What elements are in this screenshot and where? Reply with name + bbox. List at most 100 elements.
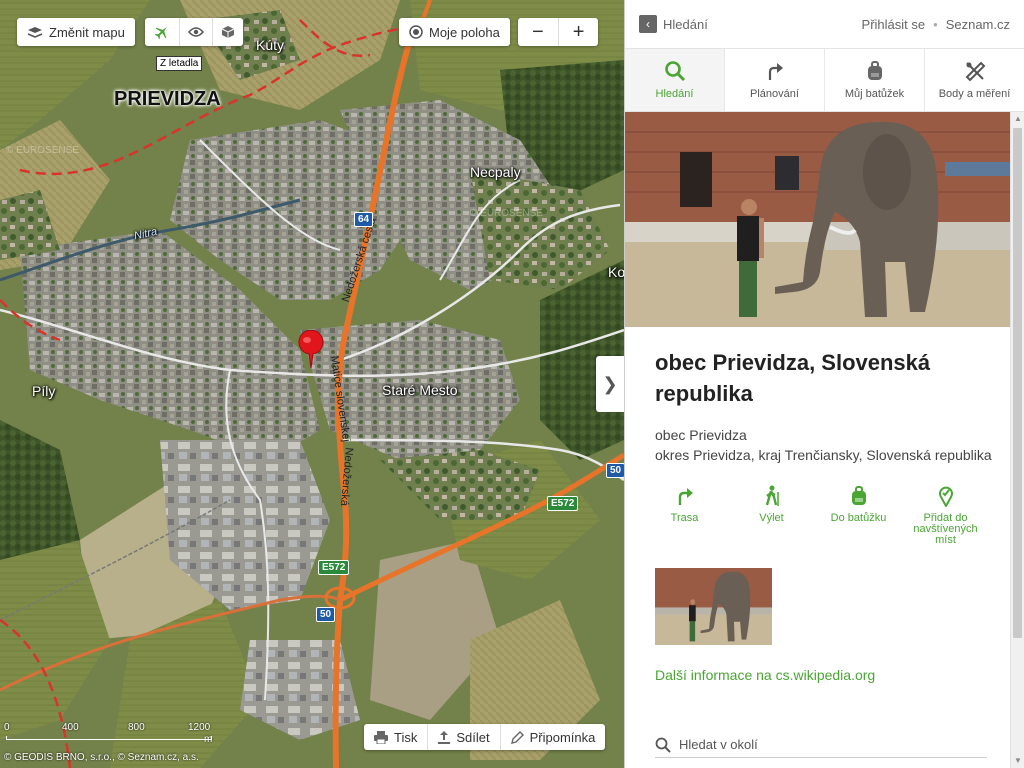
map-attribution[interactable]: © GEODIS BRNO, s.r.o., © Seznam.cz, a.s.	[4, 752, 199, 763]
place-title: obec Prievidza, Slovenská republika	[655, 350, 931, 406]
backpack-icon	[867, 61, 882, 80]
road-shield-50: 50	[606, 463, 624, 478]
zoom-in-button[interactable]: +	[559, 18, 599, 46]
eye-icon	[188, 27, 204, 37]
airplane-icon	[154, 27, 167, 40]
scroll-up-icon[interactable]: ▲	[1011, 112, 1024, 126]
district-label-pily: Píly	[32, 383, 56, 399]
tab-search[interactable]: Hledání	[625, 49, 725, 111]
view-mode-switcher	[145, 18, 243, 46]
aerial-view-button[interactable]	[145, 18, 179, 46]
aerial-imagery	[0, 0, 624, 768]
backpack-icon	[851, 486, 866, 505]
watermark: © EUROSENSE	[470, 208, 543, 219]
scroll-thumb[interactable]	[1013, 128, 1022, 638]
checkpin-icon	[938, 486, 953, 507]
chevron-left-icon: ‹	[646, 17, 650, 31]
hiker-icon	[765, 485, 779, 506]
layers-icon	[27, 27, 43, 38]
road-shield-e572: E572	[547, 496, 579, 511]
visited-action[interactable]: Přidat do navštívených míst	[902, 485, 989, 546]
collapse-panel-button[interactable]: ❯	[596, 356, 624, 412]
city-label: PRIEVIDZA	[114, 88, 221, 110]
ruler-icon	[965, 61, 985, 82]
print-label: Tisk	[394, 729, 418, 745]
separator-dot: •	[933, 16, 938, 32]
cube-icon	[221, 26, 235, 38]
action-label: Výlet	[759, 512, 784, 524]
zoom-out-button[interactable]: −	[518, 18, 558, 46]
scale-tick: 1200	[188, 722, 211, 733]
tab-measure[interactable]: Body a měření	[925, 49, 1024, 111]
tab-label: Body a měření	[938, 88, 1011, 100]
print-button[interactable]: Tisk	[364, 724, 427, 750]
note-button[interactable]: Připomínka	[501, 724, 606, 750]
scale-tick: 800	[128, 722, 145, 733]
login-link[interactable]: Přihlásit se	[862, 17, 926, 32]
change-map-label: Změnit mapu	[49, 24, 125, 40]
watermark: © EUROSENSE	[6, 145, 79, 156]
panel-header: ‹ Hledání Přihlásit se • Seznam.cz	[625, 0, 1024, 48]
wikipedia-link[interactable]: Další informace na cs.wikipedia.org	[655, 667, 994, 683]
place-detail: obec Prievidza, Slovenská republika obec…	[625, 327, 1024, 683]
search-icon	[664, 61, 685, 82]
action-label: Trasa	[670, 512, 699, 524]
map-view[interactable]: PRIEVIDZA Kúty Necpaly Staré Mesto Píly …	[0, 0, 624, 768]
elephant-photo	[625, 112, 1010, 327]
district-label-ko: Ko	[608, 264, 624, 280]
gallery-thumbnail[interactable]	[655, 568, 772, 645]
my-location-label: Moje poloha	[429, 24, 500, 40]
district-label-stare-mesto: Staré Mesto	[382, 382, 458, 398]
side-panel: ‹ Hledání Přihlásit se • Seznam.cz Hledá…	[624, 0, 1024, 768]
action-label: Do batůžku	[830, 512, 887, 524]
panel-scrollbar[interactable]: ▲ ▼	[1010, 112, 1024, 768]
backpack-action[interactable]: Do batůžku	[815, 485, 902, 546]
share-label: Sdílet	[456, 729, 490, 745]
share-icon	[438, 730, 451, 744]
road-shield-64: 64	[354, 212, 374, 227]
pencil-icon	[510, 730, 524, 744]
printer-icon	[374, 730, 388, 744]
scale-tick: 0	[4, 722, 10, 733]
location-marker-icon[interactable]	[296, 330, 326, 370]
3d-view-button[interactable]	[213, 18, 243, 46]
back-button[interactable]: ‹	[639, 15, 657, 33]
share-button[interactable]: Sdílet	[428, 724, 499, 750]
scroll-down-icon[interactable]: ▼	[1011, 754, 1024, 768]
change-map-button[interactable]: Změnit mapu	[17, 18, 135, 46]
back-label[interactable]: Hledání	[663, 17, 708, 32]
my-location-button[interactable]: Moje poloha	[399, 18, 510, 46]
tab-backpack[interactable]: Můj batůžek	[825, 49, 925, 111]
route-icon	[678, 488, 693, 505]
note-label: Připomínka	[529, 729, 596, 745]
tab-planning[interactable]: Plánování	[725, 49, 825, 111]
address-line: obec Prievidza	[655, 427, 747, 443]
road-shield-e572: E572	[318, 560, 350, 575]
location-target-icon	[409, 25, 423, 39]
view-tooltip: Z letadla	[156, 56, 203, 71]
scale-tick: 400	[62, 722, 79, 733]
trip-action[interactable]: Výlet	[728, 485, 815, 546]
scale-line	[6, 736, 212, 740]
place-photo[interactable]	[625, 112, 1010, 327]
district-label-necpaly: Necpaly	[470, 164, 521, 180]
place-actions: Trasa Výlet Do batůžku Přidat do navštív…	[641, 485, 994, 546]
search-nearby[interactable]: Hledat v okolí	[655, 732, 987, 758]
route-icon	[768, 63, 783, 80]
panel-tabs: Hledání Plánování Můj batůžek Body a měř…	[625, 48, 1024, 112]
tab-label: Plánování	[750, 88, 799, 100]
panorama-view-button[interactable]	[180, 18, 212, 46]
route-action[interactable]: Trasa	[641, 485, 728, 546]
elephant-thumbnail	[655, 568, 772, 645]
zoom-control: − +	[518, 18, 599, 46]
chevron-right-icon: ❯	[602, 373, 618, 394]
search-nearby-label: Hledat v okolí	[679, 737, 758, 752]
action-label: Přidat do navštívených míst	[913, 512, 978, 546]
address-line: okres Prievidza, kraj Trenčiansky, Slove…	[655, 447, 992, 463]
district-label-kuty: Kúty	[256, 37, 285, 53]
brand-link[interactable]: Seznam.cz	[946, 17, 1010, 32]
road-shield-50: 50	[316, 607, 336, 622]
search-icon	[655, 737, 671, 753]
tab-label: Hledání	[655, 88, 694, 100]
map-tools: Tisk Sdílet Připomínka	[364, 724, 606, 750]
